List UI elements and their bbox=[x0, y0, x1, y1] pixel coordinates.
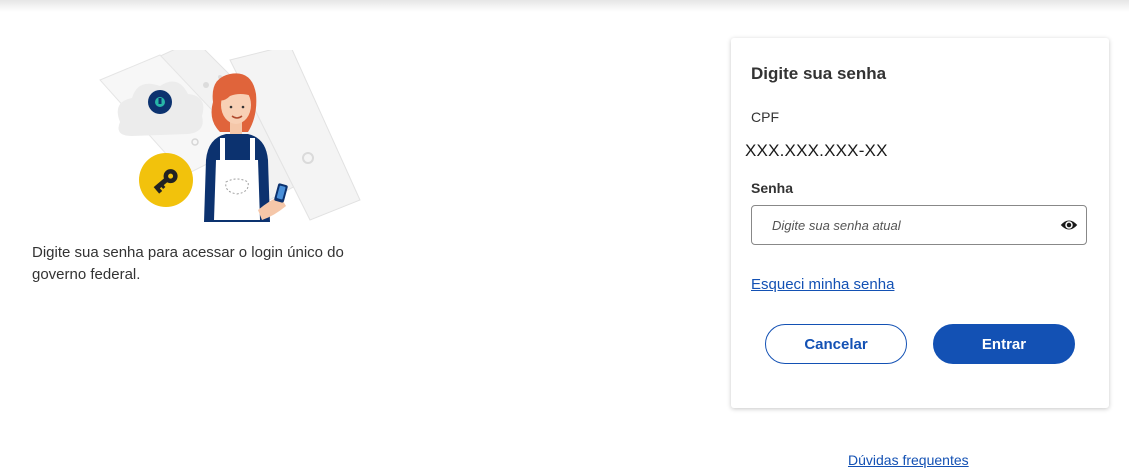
enter-button[interactable]: Entrar bbox=[933, 324, 1075, 364]
header-shadow bbox=[0, 0, 1129, 12]
login-card: Digite sua senha CPF XXX.XXX.XXX-XX Senh… bbox=[731, 38, 1109, 408]
decoration-dot bbox=[203, 82, 209, 88]
intro-text: Digite sua senha para acessar o login ún… bbox=[32, 244, 344, 283]
password-input[interactable] bbox=[752, 206, 1042, 244]
lock-badge-icon bbox=[158, 98, 162, 104]
eye-icon[interactable] bbox=[1060, 217, 1078, 233]
password-field[interactable] bbox=[751, 205, 1087, 245]
faq-link[interactable]: Dúvidas frequentes bbox=[848, 452, 969, 468]
cpf-label: CPF bbox=[751, 109, 779, 125]
password-label: Senha bbox=[751, 180, 794, 196]
forgot-password-link[interactable]: Esqueci minha senha bbox=[751, 276, 894, 293]
card-title: Digite sua senha bbox=[751, 64, 887, 83]
cpf-value: XXX.XXX.XXX-XX bbox=[741, 139, 1098, 163]
login-illustration bbox=[99, 50, 361, 222]
cancel-button[interactable]: Cancelar bbox=[765, 324, 907, 364]
